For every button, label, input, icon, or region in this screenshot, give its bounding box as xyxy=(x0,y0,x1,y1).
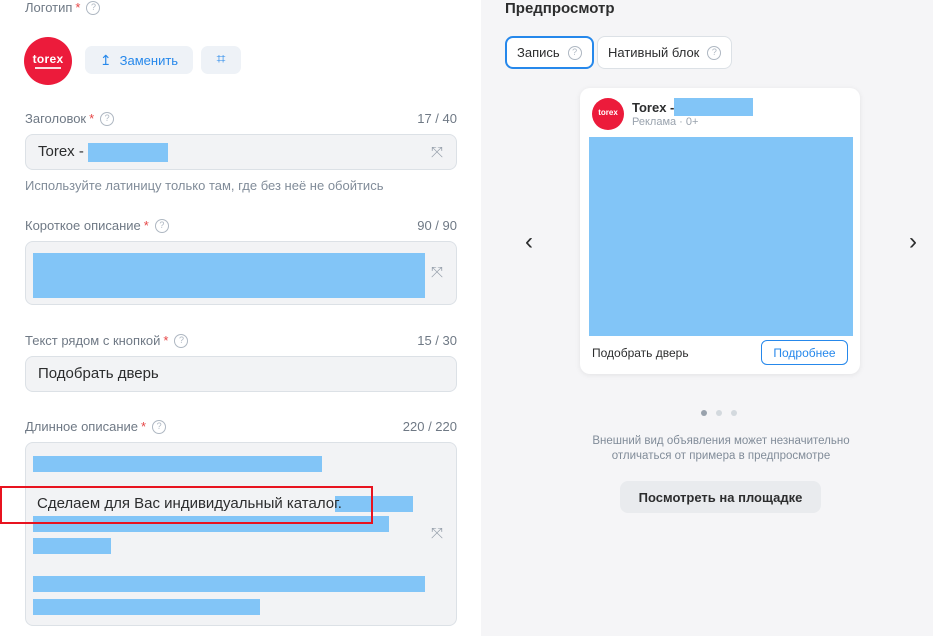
short-description-textarea[interactable]: ⤧ xyxy=(25,241,457,305)
required-mark: * xyxy=(143,218,149,233)
carousel-pager xyxy=(701,410,737,416)
long-desc-label-row: Длинное описание * ? 220 / 220 xyxy=(25,419,457,434)
button-text-value: Подобрать дверь xyxy=(38,365,159,382)
crop-button[interactable]: ⌗ xyxy=(201,46,241,74)
ad-image-redacted xyxy=(589,137,853,336)
required-mark: * xyxy=(163,333,169,348)
card-cta-text: Подобрать дверь xyxy=(592,346,689,360)
short-desc-label: Короткое описание xyxy=(25,218,141,233)
long-desc-counter: 220 / 220 xyxy=(402,419,457,434)
redacted-block xyxy=(33,253,425,298)
card-more-button[interactable]: Подробнее xyxy=(761,340,848,365)
redacted-block xyxy=(33,576,425,592)
tab-native-label: Нативный блок xyxy=(608,45,700,60)
help-icon[interactable]: ? xyxy=(567,45,582,60)
help-icon[interactable]: ? xyxy=(100,111,115,126)
replace-label: Заменить xyxy=(119,52,179,68)
headline-label: Заголовок xyxy=(25,111,87,126)
headline-counter: 17 / 40 xyxy=(417,111,457,126)
button-text-label: Текст рядом с кнопкой xyxy=(25,333,161,348)
tab-post-label: Запись xyxy=(517,45,560,60)
pager-dot[interactable] xyxy=(701,410,707,416)
pager-dot[interactable] xyxy=(716,410,722,416)
headline-label-row: Заголовок * ? 17 / 40 xyxy=(25,111,457,126)
redacted-block xyxy=(33,599,260,615)
redacted-block xyxy=(33,456,322,472)
preview-title: Предпросмотр xyxy=(505,0,615,17)
logo-text: torex xyxy=(32,52,64,66)
magic-wand-icon[interactable]: ⤧ xyxy=(428,525,446,543)
logo-image: torex xyxy=(24,37,72,85)
required-mark: * xyxy=(75,0,81,15)
required-mark: * xyxy=(141,419,147,434)
replace-logo-button[interactable]: ↥ Заменить xyxy=(85,46,193,74)
logo-underline xyxy=(35,67,61,69)
help-icon[interactable]: ? xyxy=(152,419,167,434)
ad-preview-card: torex Torex - Реклама · 0+ Подобрать две… xyxy=(580,88,860,374)
button-text-counter: 15 / 30 xyxy=(417,333,457,348)
upload-icon: ↥ xyxy=(99,51,112,68)
headline-input[interactable]: Torex - ⤧ xyxy=(25,134,457,170)
short-desc-label-row: Короткое описание * ? 90 / 90 xyxy=(25,218,457,233)
long-description-textarea[interactable]: ⤧ xyxy=(25,442,457,626)
pager-dot[interactable] xyxy=(731,410,737,416)
help-icon[interactable]: ? xyxy=(174,333,189,348)
card-avatar: torex xyxy=(592,98,624,130)
crop-icon: ⌗ xyxy=(216,51,226,68)
prev-arrow-icon[interactable]: ‹ xyxy=(519,228,539,256)
headline-value: Torex - xyxy=(38,143,84,160)
preview-note: Внешний вид объявления может незначитель… xyxy=(592,435,850,462)
card-name: Torex - xyxy=(632,100,675,115)
next-arrow-icon[interactable]: › xyxy=(903,228,923,256)
tab-post[interactable]: Запись ? xyxy=(505,36,594,69)
long-desc-label: Длинное описание xyxy=(25,419,139,434)
headline-hint: Используйте латиницу только там, где без… xyxy=(25,178,384,193)
view-on-platform-button[interactable]: Посмотреть на площадке xyxy=(620,481,821,513)
help-icon[interactable]: ? xyxy=(86,0,101,15)
redacted-block xyxy=(88,143,168,162)
redacted-block xyxy=(33,538,111,554)
help-icon[interactable]: ? xyxy=(154,218,169,233)
card-meta: Реклама · 0+ xyxy=(632,116,699,128)
tab-native-block[interactable]: Нативный блок ? xyxy=(597,36,733,69)
short-desc-counter: 90 / 90 xyxy=(417,218,457,233)
magic-wand-icon[interactable]: ⤧ xyxy=(428,144,446,162)
required-mark: * xyxy=(89,111,95,126)
red-highlight-annotation xyxy=(0,486,373,524)
redacted-block xyxy=(674,98,753,116)
logo-label: Логотип xyxy=(25,0,73,15)
help-icon[interactable]: ? xyxy=(707,45,722,60)
logo-label-row: Логотип * ? xyxy=(25,0,457,15)
button-text-label-row: Текст рядом с кнопкой * ? 15 / 30 xyxy=(25,333,457,348)
magic-wand-icon[interactable]: ⤧ xyxy=(428,264,446,282)
button-text-input[interactable]: Подобрать дверь xyxy=(25,356,457,392)
